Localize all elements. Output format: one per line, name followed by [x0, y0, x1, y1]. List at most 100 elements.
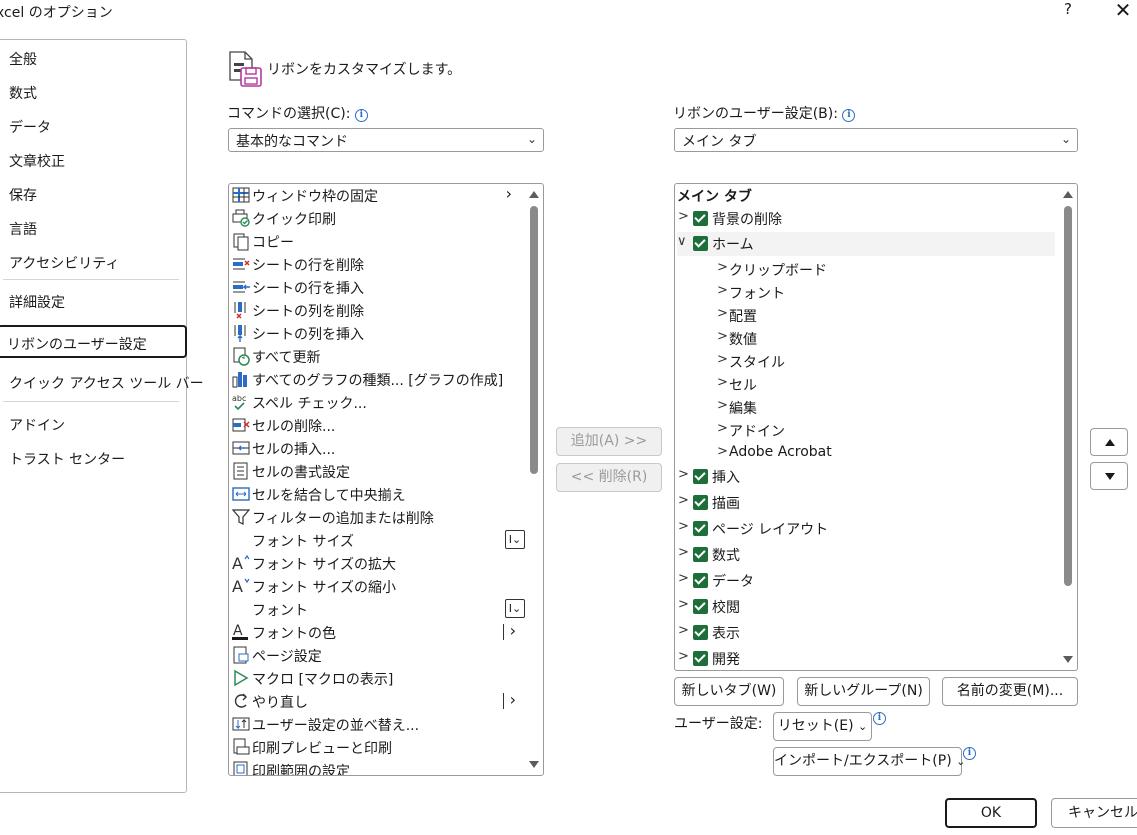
list-item[interactable]: すべてのグラフの種類... [グラフの作成]	[231, 368, 526, 391]
scroll-thumb[interactable]	[530, 206, 538, 474]
tree-tab-label: 数式	[712, 548, 740, 564]
checkbox-checked-icon[interactable]	[693, 495, 708, 510]
nav-item-advanced[interactable]: 詳細設定	[9, 292, 65, 312]
nav-item-general[interactable]: 全般	[9, 49, 37, 69]
add-button[interactable]: 追加(A) >>	[556, 427, 662, 456]
chevron-right-icon: >	[678, 209, 689, 224]
nav-divider	[3, 401, 179, 402]
list-item[interactable]: シートの列を削除	[231, 299, 526, 322]
checkbox-checked-icon[interactable]	[693, 211, 708, 226]
import-export-button[interactable]: インポート/エクスポート(P) ⌄	[773, 747, 965, 776]
list-item[interactable]: セルの挿入...	[231, 437, 526, 460]
rename-button[interactable]: 名前の変更(M)...	[942, 677, 1078, 706]
ok-button[interactable]: OK	[945, 798, 1037, 828]
list-item[interactable]: シートの行を削除	[231, 253, 526, 276]
choose-commands-dropdown[interactable]: 基本的なコマンド ⌄	[228, 128, 544, 152]
chevron-right-icon: >	[678, 597, 689, 612]
list-item[interactable]: クイック印刷	[231, 207, 526, 230]
list-item[interactable]: abc スペル チェック...	[231, 391, 526, 414]
scroll-thumb[interactable]	[1064, 206, 1072, 586]
nav-item-add-ins[interactable]: アドイン	[9, 415, 65, 435]
list-item[interactable]: A フォント サイズの拡大	[231, 552, 526, 575]
scroll-up-icon[interactable]	[529, 191, 539, 198]
cancel-button[interactable]: キャンセル	[1051, 798, 1137, 828]
list-item[interactable]: フォント サイズ I⌄	[231, 529, 526, 552]
scroll-up-icon[interactable]	[1063, 191, 1073, 198]
checkbox-checked-icon[interactable]	[693, 547, 708, 562]
shrink-font-icon: A	[231, 576, 251, 596]
import-export-label: インポート/エクスポート(P)	[774, 753, 952, 769]
nav-item-language[interactable]: 言語	[9, 219, 37, 239]
nav-item-data[interactable]: データ	[9, 117, 51, 137]
checkbox-checked-icon[interactable]	[693, 469, 708, 484]
chevron-right-icon: >	[717, 421, 728, 436]
commands-list[interactable]: ウィンドウ枠の固定 › クイック印刷 コピー シートの行を削除 シートの行を挿入…	[228, 183, 544, 776]
list-item[interactable]: セルの削除...	[231, 414, 526, 437]
nav-item-accessibility[interactable]: アクセシビリティ	[9, 253, 119, 273]
list-item[interactable]: シートの列を挿入	[231, 322, 526, 345]
list-item[interactable]: セルを結合して中央揃え	[231, 483, 526, 506]
list-item-label: シートの列を挿入	[252, 327, 364, 343]
checkbox-checked-icon[interactable]	[693, 599, 708, 614]
info-icon[interactable]: i	[873, 712, 886, 725]
list-item[interactable]: コピー	[231, 230, 526, 253]
new-tab-button[interactable]: 新しいタブ(W)	[674, 677, 784, 706]
checkbox-checked-icon[interactable]	[693, 521, 708, 536]
info-icon[interactable]: i	[354, 109, 368, 122]
nav-item-customize-ribbon[interactable]: リボンのユーザー設定	[7, 334, 147, 354]
info-icon[interactable]: i	[963, 747, 976, 760]
checkbox-checked-icon[interactable]	[693, 651, 708, 666]
nav-item-formulas[interactable]: 数式	[9, 83, 37, 103]
submenu-arrow-icon: ›	[509, 621, 516, 640]
remove-button[interactable]: << 削除(R)	[556, 463, 662, 492]
list-item[interactable]: ユーザー設定の並べ替え...	[231, 713, 526, 736]
checkbox-checked-icon[interactable]	[693, 573, 708, 588]
chevron-right-icon: >	[717, 306, 728, 321]
move-down-button[interactable]	[1090, 462, 1128, 490]
list-item[interactable]: フォント I⌄	[231, 598, 526, 621]
list-item[interactable]: ページ設定	[231, 644, 526, 667]
nav-item-proofing[interactable]: 文章校正	[9, 151, 65, 171]
ribbon-tree[interactable]: メイン タブ > 背景の削除 ∨ ホーム > クリップボード > フォント > 配置 …	[674, 183, 1078, 671]
new-group-button[interactable]: 新しいグループ(N)	[797, 677, 930, 706]
list-item[interactable]: A フォントの色 ›	[231, 621, 526, 644]
tree-group-label: セル	[729, 378, 757, 394]
chevron-down-icon: ∨	[677, 234, 687, 249]
customize-ribbon-dropdown[interactable]: メイン タブ ⌄	[674, 128, 1078, 152]
scroll-down-icon[interactable]	[529, 761, 539, 768]
commands-scrollbar[interactable]	[527, 186, 541, 773]
list-item-label: 印刷範囲の設定	[252, 764, 350, 776]
checkbox-checked-icon[interactable]	[693, 625, 708, 640]
font-color-icon: A	[231, 622, 251, 642]
reset-button[interactable]: リセット(E) ⌄	[773, 712, 872, 741]
list-item[interactable]: シートの行を挿入	[231, 276, 526, 299]
tree-tab[interactable]: ∨ ホーム	[677, 232, 1055, 256]
list-item[interactable]: 印刷範囲の設定	[231, 759, 526, 776]
chevron-right-icon: >	[717, 260, 728, 275]
chevron-right-icon: >	[717, 352, 728, 367]
list-item[interactable]: フィルターの追加または削除	[231, 506, 526, 529]
list-item[interactable]: ウィンドウ枠の固定 ›	[231, 184, 526, 207]
nav-item-trust-center[interactable]: トラスト センター	[9, 449, 125, 469]
move-up-button[interactable]	[1090, 428, 1128, 456]
checkbox-checked-icon[interactable]	[693, 236, 708, 251]
nav-item-quick-access-toolbar[interactable]: クイック アクセス ツール バー	[9, 373, 204, 393]
customize-ribbon-icon	[227, 50, 263, 92]
list-item-label: 印刷プレビューと印刷	[252, 741, 392, 757]
ribbon-scrollbar[interactable]	[1061, 186, 1075, 668]
list-item[interactable]: マクロ [マクロの表示]	[231, 667, 526, 690]
list-item-label: フォントの色	[252, 626, 336, 642]
close-button[interactable]: ✕	[1110, 0, 1136, 24]
list-item[interactable]: やり直し ›	[231, 690, 526, 713]
list-item[interactable]: A フォント サイズの縮小	[231, 575, 526, 598]
list-item[interactable]: セルの書式設定	[231, 460, 526, 483]
nav-item-save[interactable]: 保存	[9, 185, 37, 205]
list-item[interactable]: 印刷プレビューと印刷	[231, 736, 526, 759]
tree-tab-label: 挿入	[712, 470, 740, 486]
tree-tab[interactable]: > 背景の削除	[677, 207, 1055, 231]
help-button[interactable]: ?	[1058, 0, 1078, 22]
info-icon[interactable]: i	[842, 109, 856, 122]
scroll-down-icon[interactable]	[1063, 656, 1073, 663]
print-preview-icon	[231, 737, 251, 757]
list-item[interactable]: すべて更新	[231, 345, 526, 368]
